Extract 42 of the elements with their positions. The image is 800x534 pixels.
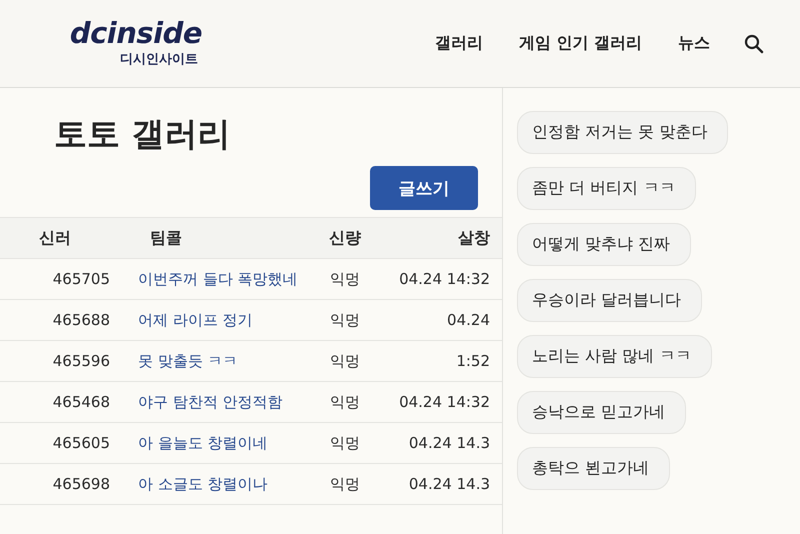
post-author: 익멍: [330, 310, 360, 330]
post-title-link[interactable]: 못 맞출듯 ㅋㅋ: [110, 352, 238, 370]
post-date: 04.24 14:32: [399, 270, 490, 288]
post-number: 465688: [52, 311, 110, 329]
chat-bubble: 승낙으로 믿고가네: [517, 391, 686, 434]
column-header: 신러: [39, 228, 71, 248]
post-author: 익멍: [330, 474, 360, 494]
post-author: 익멍: [330, 270, 360, 288]
post-date: 04.24 14.3: [408, 475, 490, 493]
nav-link[interactable]: 뉴스: [678, 33, 710, 54]
post-author: 익멍: [330, 352, 360, 370]
post-number: 465468: [52, 393, 110, 411]
post-date: 1:52: [456, 352, 490, 370]
post-title-link[interactable]: 야구 탐찬적 안정적함: [110, 392, 283, 412]
post-date: 04.24: [447, 311, 490, 329]
chat-bubble: 어떻게 맞추냐 진짜: [517, 223, 692, 266]
chat-bubble: 좀만 더 버티지 ㅋㅋ: [517, 167, 696, 210]
post-date: 04.24 14.3: [408, 434, 490, 452]
post-date: 04.24 14:32: [399, 393, 490, 411]
column-header: 살창: [458, 228, 490, 248]
nav-link[interactable]: 갤러리: [434, 33, 483, 54]
chat-bubble: 우승이라 달러븝니다: [517, 279, 702, 322]
post-author: 익멍: [330, 392, 360, 412]
post-title-link[interactable]: 이번주꺼 들다 폭망했네: [110, 270, 298, 288]
search-icon[interactable]: [744, 34, 764, 54]
column-header: 신량: [329, 228, 361, 248]
post-title-link[interactable]: 아 소글도 창렬이나: [110, 474, 268, 494]
logo[interactable]: dcinside 디시인사이트: [54, 19, 202, 68]
post-number: 465698: [52, 475, 110, 493]
post-title-link[interactable]: 아 을늘도 창렬이네: [110, 434, 268, 452]
chat-bubble: 인정함 저거는 못 맞춘다: [517, 111, 728, 154]
chat-bubble: 총탁으 뵌고가네: [517, 447, 670, 490]
post-number: 465596: [52, 352, 110, 370]
column-header: 팀콜: [149, 228, 182, 248]
post-author: 익멍: [330, 434, 360, 452]
post-title-link[interactable]: 어제 라이프 정기: [110, 310, 253, 330]
chat-bubble: 노리는 사람 많네 ㅋㅋ: [517, 335, 712, 378]
write-button[interactable]: 글쓰기: [370, 166, 478, 210]
gallery-title: 토토 갤러리: [54, 113, 232, 155]
nav-link[interactable]: 게임 인기 갤러리: [518, 33, 642, 54]
post-number: 465605: [52, 434, 110, 452]
post-number: 465705: [52, 270, 110, 288]
